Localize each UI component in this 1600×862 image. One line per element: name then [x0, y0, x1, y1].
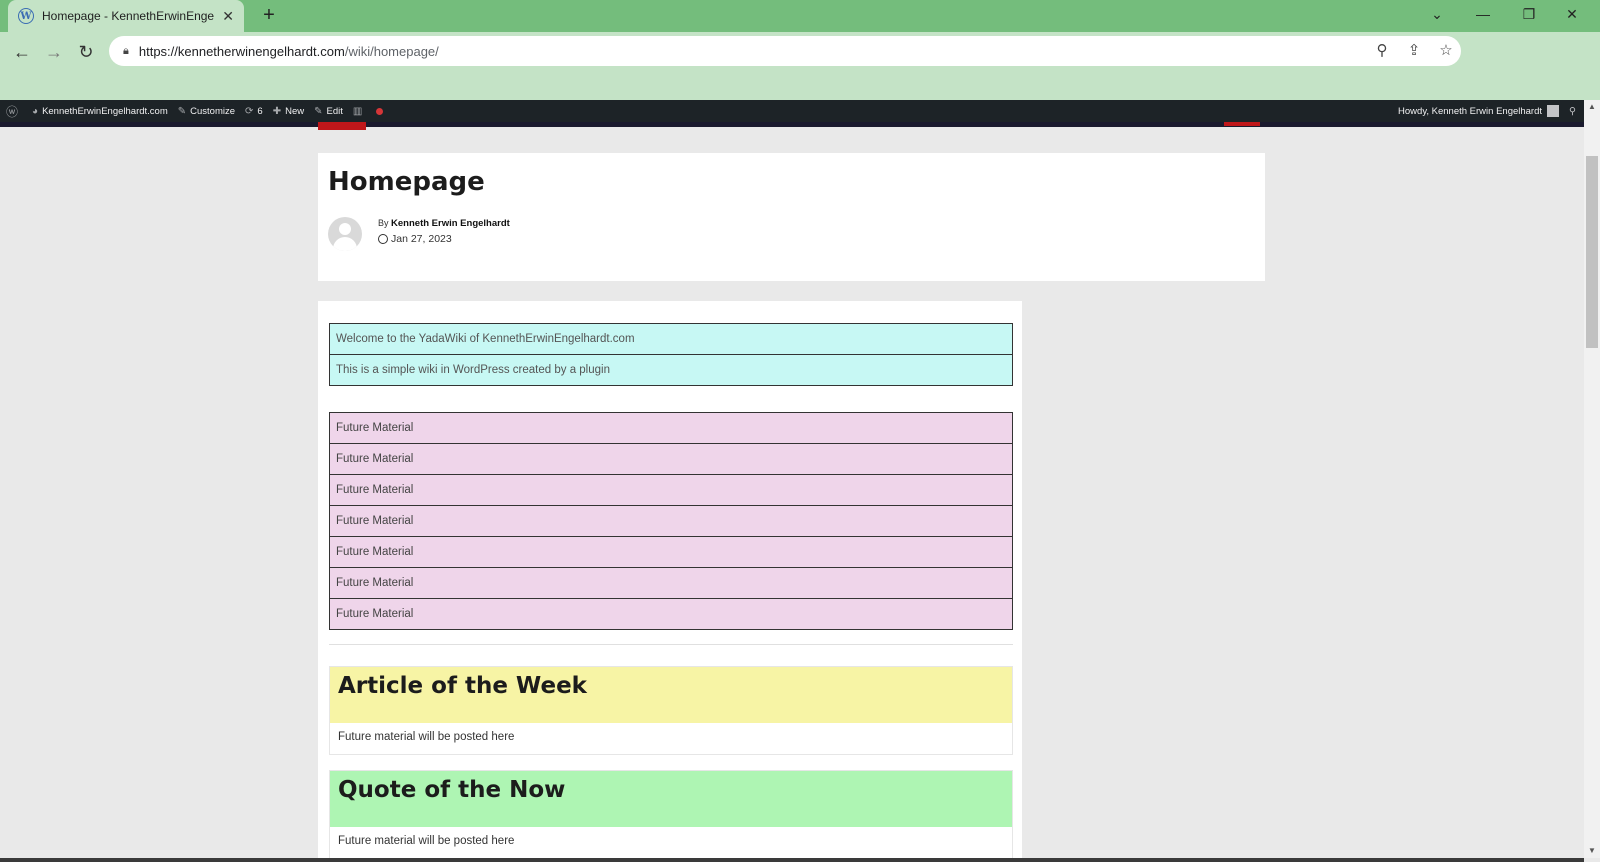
- admin-new[interactable]: ✚ New: [273, 106, 304, 117]
- scroll-down-arrow-icon[interactable]: ▼: [1584, 844, 1600, 858]
- table-cell: Future Material: [329, 412, 1013, 444]
- table-row: Welcome to the YadaWiki of KennethErwinE…: [329, 323, 1013, 355]
- bookmark-star-icon[interactable]: ☆: [1435, 41, 1457, 61]
- bottom-edge: [0, 858, 1584, 862]
- url-text: https://kennetherwinengelhardt.com/wiki/…: [138, 43, 439, 59]
- welcome-table: Welcome to the YadaWiki of KennethErwinE…: [329, 323, 1013, 386]
- nav-active-indicator: [318, 122, 366, 130]
- tab-title: Homepage - KennethErwinEngelhardt.com: [42, 9, 214, 23]
- page-title: Homepage: [328, 167, 485, 197]
- admin-edit[interactable]: ✎ Edit: [314, 106, 343, 117]
- new-tab-button[interactable]: +: [257, 4, 281, 28]
- plugin-icon[interactable]: ▥: [353, 106, 366, 117]
- wordpress-logo-icon[interactable]: ⓦ: [6, 103, 22, 120]
- back-arrow-icon[interactable]: ←: [8, 38, 36, 66]
- status-dot-icon: [376, 107, 384, 115]
- table-cell: Future Material: [329, 505, 1013, 537]
- forward-arrow-icon[interactable]: →: [40, 38, 68, 66]
- table-row: Future Material: [329, 505, 1013, 537]
- admin-howdy[interactable]: Howdy, Kenneth Erwin Engelhardt: [1398, 106, 1542, 117]
- table-cell: Future Material: [329, 536, 1013, 568]
- browser-tab-active[interactable]: W Homepage - KennethErwinEngelhardt.com …: [8, 0, 244, 32]
- site-header-strip: [0, 122, 1584, 127]
- wordpress-favicon-icon: W: [18, 8, 34, 24]
- pencil-icon: ✎: [314, 105, 323, 117]
- table-cell: Future Material: [329, 443, 1013, 475]
- table-row: Future Material: [329, 567, 1013, 599]
- author-avatar[interactable]: [328, 217, 362, 251]
- page-scrollbar[interactable]: ▲ ▼: [1584, 100, 1600, 858]
- quote-of-the-now-block: Quote of the Now Future material will be…: [329, 770, 1013, 859]
- admin-avatar[interactable]: [1547, 105, 1560, 117]
- post-date: Jan 27, 2023: [378, 233, 452, 245]
- address-bar[interactable]: 🔒︎ https://kennetherwinengelhardt.com/wi…: [109, 36, 1461, 66]
- feature-heading: Quote of the Now: [330, 771, 1012, 827]
- restore-button[interactable]: ❐: [1506, 0, 1552, 28]
- table-row: Future Material: [329, 536, 1013, 568]
- table-row: This is a simple wiki in WordPress creat…: [329, 354, 1013, 386]
- byline: By Kenneth Erwin Engelhardt: [378, 218, 510, 229]
- post-content-card: Welcome to the YadaWiki of KennethErwinE…: [318, 301, 1022, 862]
- brush-icon: ✎: [177, 105, 187, 117]
- admin-updates[interactable]: ⟳ 6: [245, 106, 263, 117]
- plus-icon: ✚: [272, 105, 282, 117]
- clock-icon: [378, 234, 388, 244]
- table-row: Future Material: [329, 474, 1013, 506]
- tab-close-icon[interactable]: ✕: [222, 8, 234, 25]
- future-material-table: Future Material Future Material Future M…: [329, 412, 1013, 630]
- zoom-icon[interactable]: ⚲: [1371, 41, 1393, 61]
- admin-site-name[interactable]: ◕ KennethErwinEngelhardt.com: [32, 106, 168, 117]
- divider: [329, 644, 1013, 645]
- table-row: Future Material: [329, 443, 1013, 475]
- browser-tabstrip: W Homepage - KennethErwinEngelhardt.com …: [0, 0, 1600, 32]
- table-cell: Future Material: [329, 598, 1013, 630]
- feature-body: Future material will be posted here: [330, 827, 1012, 858]
- table-cell: Welcome to the YadaWiki of KennethErwinE…: [329, 323, 1013, 355]
- share-icon[interactable]: ⇪: [1403, 41, 1425, 61]
- reload-icon[interactable]: ↻: [72, 38, 100, 66]
- author-link[interactable]: Kenneth Erwin Engelhardt: [391, 218, 510, 229]
- lock-icon: 🔒︎: [123, 44, 129, 57]
- close-window-button[interactable]: ✕: [1552, 0, 1592, 28]
- nav-accent-indicator: [1224, 122, 1260, 126]
- table-cell: This is a simple wiki in WordPress creat…: [329, 354, 1013, 386]
- browser-toolbar: ← → ↻ 🔒︎ https://kennetherwinengelhardt.…: [0, 32, 1600, 100]
- admin-search-icon[interactable]: ⚲: [1569, 106, 1576, 117]
- dashboard-icon: ◕: [32, 105, 39, 117]
- feature-heading: Article of the Week: [330, 667, 1012, 723]
- scroll-up-arrow-icon[interactable]: ▲: [1584, 100, 1600, 114]
- feature-body: Future material will be posted here: [330, 723, 1012, 754]
- minimize-button[interactable]: —: [1460, 0, 1506, 28]
- table-cell: Future Material: [329, 474, 1013, 506]
- table-row: Future Material: [329, 412, 1013, 444]
- wp-admin-bar: ⓦ ◕ KennethErwinEngelhardt.com ✎ Customize…: [0, 100, 1584, 122]
- tab-search-chevron-icon[interactable]: ⌄: [1414, 0, 1460, 28]
- article-of-the-week-block: Article of the Week Future material will…: [329, 666, 1013, 755]
- updates-icon: ⟳: [245, 105, 254, 117]
- admin-customize[interactable]: ✎ Customize: [178, 106, 235, 117]
- post-header-card: Homepage By Kenneth Erwin Engelhardt Jan…: [318, 153, 1265, 281]
- table-cell: Future Material: [329, 567, 1013, 599]
- table-row: Future Material: [329, 598, 1013, 630]
- scroll-thumb[interactable]: [1586, 156, 1598, 348]
